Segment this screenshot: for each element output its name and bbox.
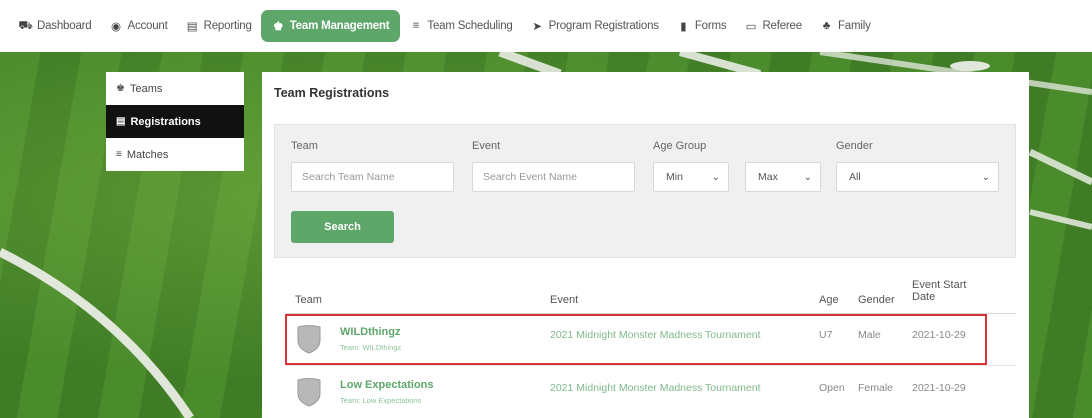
age-group-label: Age Group: [653, 140, 707, 152]
side-menu: ♚ Teams ▤ Registrations ≡ Matches: [106, 72, 244, 171]
reporting-icon: ▤: [186, 21, 198, 33]
event-filter-label: Event: [472, 140, 501, 152]
col-header-age[interactable]: Age: [819, 294, 839, 306]
dashboard-icon: ⛟: [18, 19, 33, 32]
nav-referee[interactable]: ▭ Referee: [735, 11, 811, 41]
nav-account-label: Account: [127, 20, 168, 32]
chevron-down-icon: ⌄: [981, 171, 990, 183]
table-row[interactable]: Low Expectations Team: Low Expectations …: [286, 369, 1016, 415]
page-title: Team Registrations: [274, 86, 390, 100]
event-search-input[interactable]: Search Event Name: [472, 162, 635, 192]
age-min-value: Min: [666, 171, 683, 183]
sidebar-item-label: Matches: [126, 148, 169, 161]
team-subtitle: Team: Low Expectations: [340, 396, 422, 405]
nav-account[interactable]: ◉ Account: [100, 11, 176, 41]
chevron-down-icon: ⌄: [803, 171, 812, 183]
sidebar-item-teams[interactable]: ♚ Teams: [106, 72, 244, 105]
nav-dashboard[interactable]: ⛟ Dashboard: [10, 11, 100, 41]
nav-family-label: Family: [837, 20, 871, 32]
col-header-event[interactable]: Event: [550, 294, 578, 306]
gender-select[interactable]: All ⌄: [836, 162, 999, 192]
nav-program-registrations[interactable]: ➤ Program Registrations: [522, 11, 668, 41]
account-icon: ◉: [111, 21, 121, 33]
team-management-icon: ♚: [273, 21, 284, 33]
sidebar-item-registrations[interactable]: ▤ Registrations: [106, 105, 244, 138]
registrations-panel: Team Registrations Team Search Team Name…: [262, 72, 1029, 418]
row-highlight-box: [285, 314, 987, 365]
age-max-value: Max: [758, 171, 778, 183]
chevron-down-icon: ⌄: [711, 171, 720, 183]
filter-box: Team Search Team Name Event Search Event…: [274, 124, 1016, 258]
age-min-select[interactable]: Min ⌄: [653, 162, 729, 192]
col-header-start-date-line2: Date: [912, 291, 936, 303]
nav-reporting-label: Reporting: [203, 20, 252, 32]
gender-cell: Female: [858, 382, 894, 394]
program-registrations-icon: ➤: [532, 21, 542, 33]
team-name-link[interactable]: Low Expectations: [340, 379, 434, 391]
row-divider: [286, 365, 1016, 366]
forms-icon: ▮: [680, 21, 687, 33]
nav-reporting[interactable]: ▤ Reporting: [177, 11, 261, 41]
age-cell: Open: [819, 382, 845, 394]
gender-filter-label: Gender: [836, 140, 873, 152]
teams-icon: ♚: [116, 83, 125, 94]
nav-team-scheduling-label: Team Scheduling: [427, 20, 513, 32]
event-cell[interactable]: 2021 Midnight Monster Madness Tournament: [550, 382, 761, 394]
sidebar-item-label: Teams: [129, 82, 163, 95]
team-shield-icon: [297, 378, 321, 407]
col-header-start-date-line1: Event Start: [912, 279, 967, 291]
nav-team-management[interactable]: ♚ Team Management: [260, 10, 401, 42]
gender-value: All: [849, 171, 861, 183]
team-filter-label: Team: [291, 140, 318, 152]
team-scheduling-icon: ≡: [412, 20, 420, 32]
team-search-input[interactable]: Search Team Name: [291, 162, 454, 192]
col-header-start-date[interactable]: Event Start Date: [912, 279, 966, 303]
nav-forms-label: Forms: [694, 20, 727, 32]
nav-team-scheduling[interactable]: ≡ Team Scheduling: [400, 11, 521, 41]
col-header-gender[interactable]: Gender: [858, 294, 895, 306]
nav-team-management-label: Team Management: [289, 20, 390, 32]
nav-forms[interactable]: ▮ Forms: [668, 11, 736, 41]
search-button[interactable]: Search: [291, 211, 394, 243]
nav-family[interactable]: ♣ Family: [811, 11, 880, 41]
age-max-select[interactable]: Max ⌄: [745, 162, 821, 192]
registrations-icon: ▤: [116, 116, 126, 127]
nav-program-registrations-label: Program Registrations: [548, 20, 659, 32]
matches-icon: ≡: [116, 149, 122, 160]
date-cell: 2021-10-29: [912, 382, 966, 394]
referee-icon: ▭: [745, 21, 757, 33]
sidebar-item-label: Registrations: [130, 115, 201, 128]
nav-dashboard-label: Dashboard: [37, 20, 92, 32]
col-header-team[interactable]: Team: [295, 294, 322, 306]
top-nav: ⛟ Dashboard ◉ Account ▤ Reporting ♚ Team…: [0, 0, 1092, 52]
sidebar-item-matches[interactable]: ≡ Matches: [106, 138, 244, 171]
family-icon: ♣: [822, 20, 831, 32]
nav-referee-label: Referee: [762, 20, 802, 32]
